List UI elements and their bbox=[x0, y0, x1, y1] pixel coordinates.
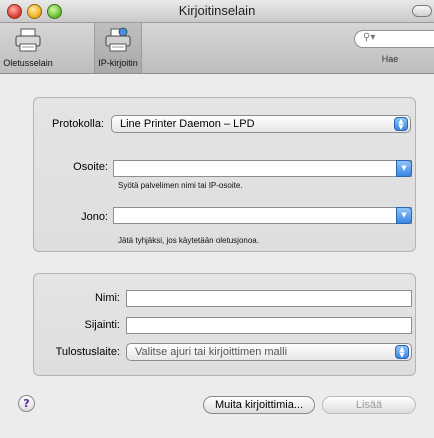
help-button[interactable]: ? bbox=[18, 395, 35, 412]
search-icon: ⚲▾ bbox=[363, 32, 376, 43]
toolbar-item-label: Oletusselain bbox=[3, 58, 53, 68]
toolbar-item-default-browser[interactable]: Oletusselain bbox=[0, 23, 56, 73]
address-label: Osoite: bbox=[73, 161, 108, 173]
updown-arrows-icon: ▲ ▼ bbox=[394, 117, 408, 131]
location-field[interactable] bbox=[126, 317, 412, 334]
add-button[interactable]: Lisää bbox=[322, 396, 416, 414]
queue-label: Jono: bbox=[81, 211, 108, 223]
protocol-popup[interactable]: Line Printer Daemon – LPD ▲ ▼ bbox=[111, 115, 411, 133]
driver-label: Tulostuslaite: bbox=[55, 346, 120, 358]
printer-browser-window: Kirjoitinselain Oletusselain IP-kirjoiti… bbox=[0, 0, 434, 438]
toolbar-toggle-button[interactable] bbox=[412, 5, 432, 17]
printer-icon bbox=[15, 28, 41, 52]
updown-arrows-icon: ▲ ▼ bbox=[395, 345, 409, 359]
ip-printer-icon bbox=[105, 27, 131, 52]
protocol-value: Line Printer Daemon – LPD bbox=[120, 118, 255, 130]
address-hint: Syötä palvelimen nimi tai IP-osoite. bbox=[118, 181, 243, 190]
name-field[interactable] bbox=[126, 290, 412, 307]
title-bar: Kirjoitinselain bbox=[0, 0, 434, 23]
chevron-down-icon[interactable]: ▼ bbox=[396, 160, 412, 177]
toolbar-item-ip-printer[interactable]: IP-kirjoitin bbox=[94, 23, 142, 73]
driver-popup[interactable]: Valitse ajuri tai kirjoittimen malli ▲ ▼ bbox=[126, 343, 412, 361]
window-title: Kirjoitinselain bbox=[178, 3, 256, 18]
queue-combobox[interactable]: ▼ bbox=[113, 207, 412, 224]
queue-hint: Jätä tyhjäksi, jos käytetään oletusjonoa… bbox=[118, 236, 259, 245]
search-input[interactable]: ⚲▾ bbox=[354, 30, 434, 48]
protocol-label: Protokolla: bbox=[52, 118, 104, 130]
toolbar: Oletusselain IP-kirjoitin ⚲▾ Hae bbox=[0, 23, 434, 74]
address-combobox[interactable]: ▼ bbox=[113, 160, 412, 177]
search-label: Hae bbox=[381, 54, 399, 64]
location-label: Sijainti: bbox=[84, 319, 120, 331]
more-printers-button[interactable]: Muita kirjoittimia... bbox=[203, 396, 315, 414]
chevron-down-icon[interactable]: ▼ bbox=[396, 207, 412, 224]
driver-value: Valitse ajuri tai kirjoittimen malli bbox=[135, 346, 288, 358]
name-label: Nimi: bbox=[94, 292, 120, 304]
toolbar-item-label: IP-kirjoitin bbox=[98, 58, 138, 68]
